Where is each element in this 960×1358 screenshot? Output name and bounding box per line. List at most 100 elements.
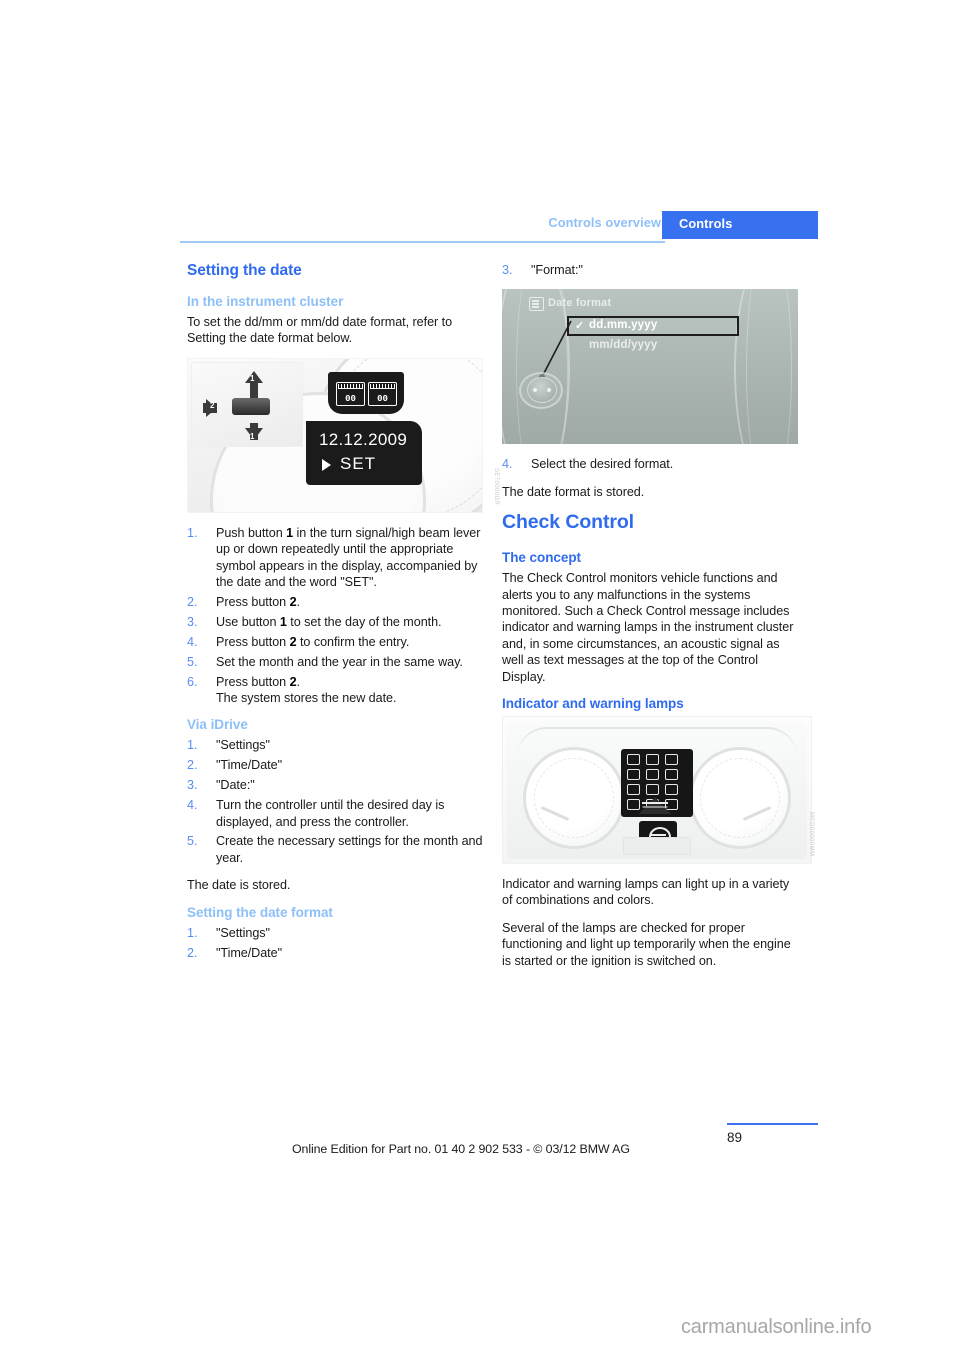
tachometer-dial [689, 747, 791, 850]
warning-lamp-icon [665, 784, 678, 796]
figure-watermark: SE70000GR [493, 467, 499, 505]
speedometer-dial [523, 747, 625, 850]
list-item: 4. Press button 2 to confirm the entry. [187, 634, 483, 650]
steps-select-format: 4. Select the desired format. [502, 456, 798, 472]
step-number: 4. [187, 634, 198, 649]
warning-lamp-icon [627, 769, 640, 781]
callout-1-top: 1 [250, 373, 255, 383]
speedometer-needle [540, 806, 570, 822]
list-item: 2. "Time/Date" [187, 757, 483, 773]
step-text: Create the necessary settings for the mo… [216, 834, 483, 865]
list-item: 3. "Date:" [187, 777, 483, 793]
footer-edition-note: Online Edition for Part no. 01 40 2 902 … [292, 1142, 630, 1156]
step-text: "Settings" [216, 925, 270, 940]
chapter-tab-label: Controls [679, 216, 733, 231]
list-item: 3. Use button 1 to set the day of the mo… [187, 614, 483, 630]
step-text: Select the desired format. [531, 457, 674, 472]
lcd-set-label: SET [340, 453, 377, 473]
chapter-tab-controls: Controls [662, 211, 818, 239]
step-text: "Format:" [531, 263, 583, 277]
warning-lamp-icon [627, 784, 640, 796]
list-item: 1. "Settings" [187, 925, 483, 941]
list-item: 6. Press button 2. The system stores the … [187, 674, 483, 707]
checkmark-icon: ✓ [575, 320, 585, 333]
list-item: 5. Create the necessary settings for the… [187, 833, 483, 866]
step-text: "Settings" [216, 738, 270, 753]
left-column: Setting the date In the instrument clust… [187, 262, 499, 972]
date-format-icon [529, 297, 544, 312]
figure-watermark: MCD00000MM [808, 811, 814, 857]
subheading-setting-the-date-format: Setting the date format [187, 904, 333, 920]
menu-option-selected: dd.mm.yyyy [589, 319, 658, 332]
step-number: 1. [187, 925, 198, 940]
step-text: Press button 2. The system stores the new… [216, 674, 397, 705]
step-number: 3. [502, 263, 513, 277]
calendar-icon-a: 00 [336, 381, 365, 406]
figure-instrument-cluster-date: 00 00 12.12.2009 SET 1 1 2 SE70000GR [187, 357, 499, 513]
lcd-arrow-icon [322, 458, 331, 471]
step-text: Turn the controller until the desired da… [216, 798, 445, 829]
page-number: 89 [727, 1130, 743, 1145]
subheading-indicator-and-warning-lamps: Indicator and warning lamps [502, 696, 684, 712]
lamps-paragraph-2: Several of the lamps are checked for pro… [502, 920, 791, 968]
lamps-paragraph-1: Indicator and warning lamps can light up… [502, 877, 790, 908]
callout-2: 2 [210, 400, 215, 410]
step-number: 2. [187, 758, 198, 773]
list-item: 4. Turn the controller until the desired… [187, 797, 483, 830]
step-number: 4. [502, 457, 513, 472]
control-display-arc-right-inner [746, 289, 792, 445]
section-title-check-control: Check Control [502, 511, 634, 534]
step-number: 2. [187, 594, 198, 609]
lcd-digits-a: 00 [345, 393, 356, 404]
step-text: "Time/Date" [216, 758, 283, 773]
menu-option-other: mm/dd/yyyy [589, 339, 658, 352]
step-text: Set the month and the year in the same w… [216, 654, 463, 669]
list-item: 1. Push button 1 in the turn signal/high… [187, 525, 483, 591]
step-text: "Date:" [216, 778, 255, 793]
list-item: 2. "Time/Date" [187, 945, 483, 961]
steps-date-format-cont: 3. "Format:" [502, 262, 798, 278]
section-title-setting-the-date: Setting the date [187, 262, 302, 279]
lcd-symbol-panel: 00 00 [328, 371, 404, 414]
step-number: 1. [187, 738, 198, 753]
page-header: Controls overview Controls [180, 211, 818, 243]
footer-divider [727, 1123, 818, 1125]
step-text: Press button 2 to confirm the entry. [216, 634, 410, 649]
warning-lamp-icon [665, 769, 678, 781]
lcd-date-panel: 12.12.2009 SET [306, 420, 422, 485]
menu-title: Date format [548, 297, 612, 310]
document-page: Controls overview Controls Setting the d… [0, 0, 960, 1358]
warning-lamp-icon [627, 754, 640, 766]
lcd-digits-b: 00 [377, 393, 388, 404]
step-number: 3. [187, 778, 198, 793]
steps-instrument-cluster: 1. Push button 1 in the turn signal/high… [187, 525, 483, 707]
concept-paragraph: The Check Control monitors vehicle funct… [502, 571, 794, 684]
figure-instrument-cluster-lamps: MCD00000MM [502, 716, 814, 865]
header-divider [180, 241, 665, 243]
warning-lamp-icon [665, 754, 678, 766]
steps-via-idrive: 1. "Settings" 2. "Time/Date" 3. "Date:" … [187, 737, 483, 866]
callout-1-bottom: 1 [250, 431, 255, 441]
right-column: 3. "Format:" Date format ✓ dd.mm.yyyy mm… [502, 262, 814, 969]
intro-paragraph: To set the dd/mm or mm/dd date format, r… [187, 315, 453, 346]
tachometer-needle [742, 806, 772, 822]
list-item: 4. Select the desired format. [502, 456, 798, 472]
step-text: Use button 1 to set the day of the month… [216, 614, 442, 629]
warning-lamp-icon [646, 769, 659, 781]
turn-signal-lever [232, 397, 270, 415]
site-watermark: carmanualsonline.info [681, 1316, 872, 1338]
list-item: 1. "Settings" [187, 737, 483, 753]
warning-lamp-icon [646, 784, 659, 796]
step-number: 6. [187, 674, 198, 689]
warning-lamp-panel [621, 749, 693, 818]
step-number: 2. [187, 945, 198, 960]
step-number: 4. [187, 798, 198, 813]
lcd-date-value: 12.12.2009 [319, 429, 408, 449]
step-number: 1. [187, 525, 198, 540]
step-number: 3. [187, 614, 198, 629]
step-text: "Time/Date" [216, 945, 283, 960]
steps-date-format: 1. "Settings" 2. "Time/Date" [187, 925, 483, 961]
list-item: 2. Press button 2. [187, 594, 483, 610]
calendar-icon-b: 00 [368, 381, 397, 406]
figure-idrive-date-format: Date format ✓ dd.mm.yyyy mm/dd/yyyy [502, 289, 798, 445]
